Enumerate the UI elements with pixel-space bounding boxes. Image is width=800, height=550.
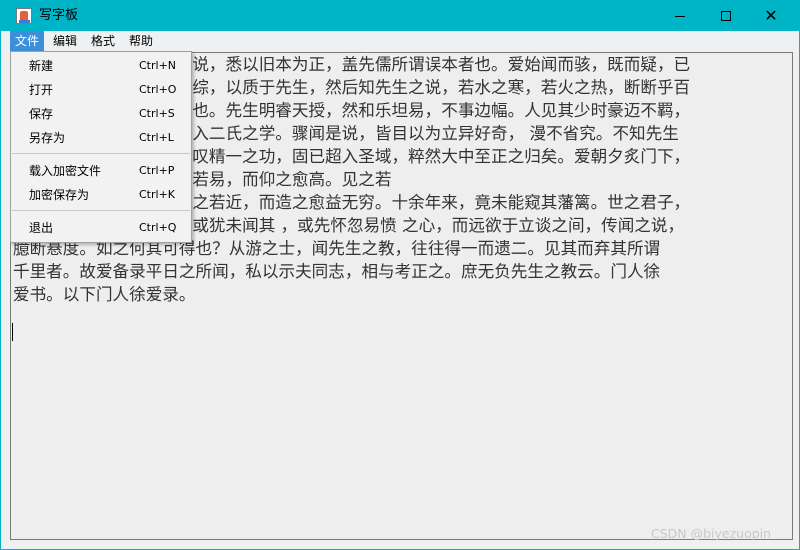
menu-item-load-encrypted[interactable]: 载入加密文件 Ctrl+P <box>11 160 191 182</box>
menu-item-shortcut: Ctrl+N <box>139 59 177 72</box>
menu-item-shortcut: Ctrl+L <box>139 131 174 144</box>
menu-item-shortcut: Ctrl+Q <box>139 221 177 234</box>
close-icon: ✕ <box>764 6 778 25</box>
minimize-icon <box>675 15 685 17</box>
menu-item-label: 退出 <box>29 221 54 235</box>
menu-item-open[interactable]: 打开 Ctrl+O <box>11 79 191 101</box>
menu-item-exit[interactable]: 退出 Ctrl+Q <box>11 217 191 239</box>
menu-item-save[interactable]: 保存 Ctrl+S <box>11 103 191 125</box>
menu-item-label: 载入加密文件 <box>29 164 102 178</box>
text-caret <box>12 323 13 341</box>
menu-item-label: 保存 <box>29 107 54 121</box>
notepad-icon <box>16 8 32 24</box>
file-menu-dropdown: 新建 Ctrl+N 打开 Ctrl+O 保存 Ctrl+S 另存为 Ctrl+L… <box>10 51 192 243</box>
app-window: 写字板 ✕ 文件 编辑 格式 帮助 说，悉以旧本为正，盖先儒所谓误本者也。爱始闻… <box>0 0 800 550</box>
menu-item-shortcut: Ctrl+O <box>139 83 177 96</box>
menu-item-shortcut: Ctrl+K <box>139 188 176 201</box>
window-title: 写字板 <box>39 8 79 23</box>
close-button[interactable]: ✕ <box>748 1 794 31</box>
watermark: CSDN @biyezuopin <box>651 526 772 541</box>
menu-item-save-as[interactable]: 另存为 Ctrl+L <box>11 127 191 149</box>
menu-item-label: 另存为 <box>29 131 66 145</box>
title-bar[interactable]: 写字板 ✕ <box>1 1 799 31</box>
menu-help[interactable]: 帮助 <box>124 31 158 51</box>
menu-format[interactable]: 格式 <box>86 31 120 51</box>
menu-file[interactable]: 文件 <box>10 31 45 51</box>
menu-separator <box>12 210 190 211</box>
maximize-icon <box>721 11 731 21</box>
menu-edit[interactable]: 编辑 <box>48 31 82 51</box>
editor-line: 爱书。以下门人徐爱录。 <box>13 285 196 304</box>
menu-item-label: 新建 <box>29 59 54 73</box>
menu-item-label: 加密保存为 <box>29 188 90 202</box>
menu-separator <box>12 153 190 154</box>
menu-item-encrypt-save-as[interactable]: 加密保存为 Ctrl+K <box>11 184 191 206</box>
menu-item-shortcut: Ctrl+P <box>139 164 175 177</box>
menu-bar: 文件 编辑 格式 帮助 <box>1 31 799 51</box>
menu-item-label: 打开 <box>29 83 54 97</box>
menu-item-shortcut: Ctrl+S <box>139 107 175 120</box>
menu-item-new[interactable]: 新建 Ctrl+N <box>11 55 191 77</box>
maximize-button[interactable] <box>703 1 749 31</box>
editor-line: 千里者。故爱备录平日之所闻，私以示夫同志，相与考正之。庶无负先生之教云。门人徐 <box>13 262 661 281</box>
minimize-button[interactable] <box>657 1 703 31</box>
